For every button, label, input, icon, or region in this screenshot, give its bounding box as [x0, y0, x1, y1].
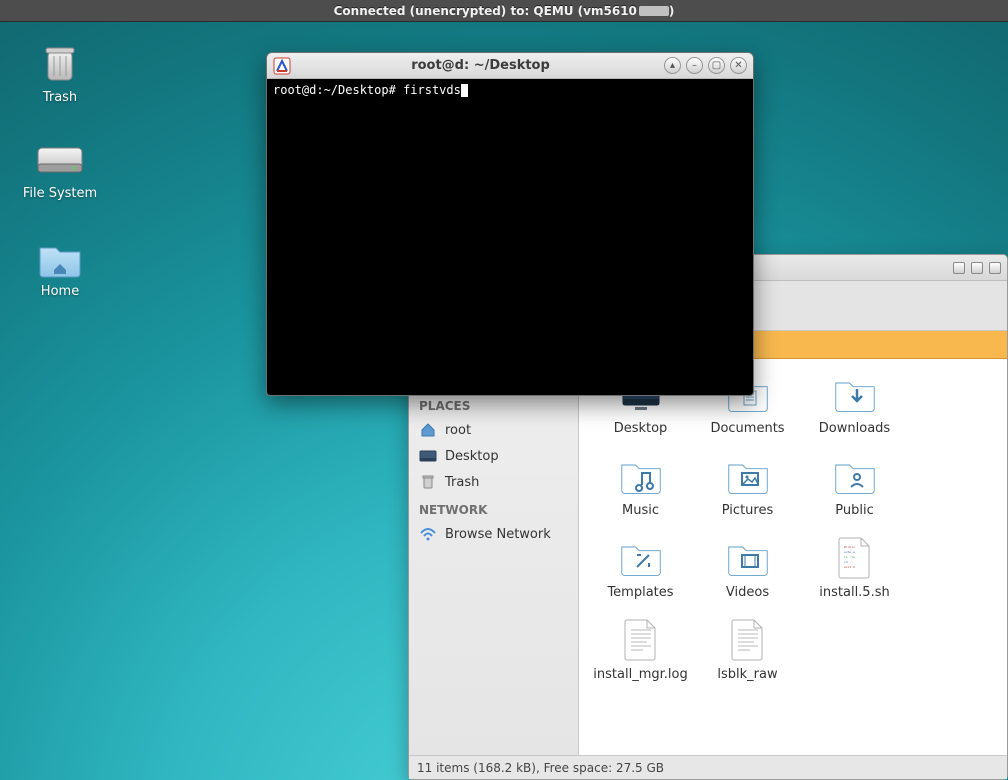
file-item-public[interactable]: Public	[801, 453, 908, 531]
file-script-icon: #!/binecho als -lacd ..exit 0	[801, 535, 908, 581]
file-manager-content[interactable]: DesktopDocumentsDownloads MusicPicturesPu…	[579, 359, 1007, 755]
drive-icon	[34, 140, 86, 180]
file-item-label: lsblk_raw	[694, 667, 801, 682]
folder-down-icon	[801, 371, 908, 417]
file-manager-sidebar: File System PLACES root Desktop Trash	[409, 359, 579, 755]
desktop-trash-label: Trash	[20, 90, 100, 105]
desktop-filesystem[interactable]: File System	[20, 140, 100, 201]
file-item-label: Videos	[694, 585, 801, 600]
sidebar-trash-label: Trash	[445, 475, 479, 490]
desktop-trash[interactable]: Trash	[20, 40, 100, 105]
terminal-window: root@d: ~/Desktop ▴ – ▢ ✕ root@d:~/Deskt…	[266, 52, 754, 396]
svg-text:cd ..: cd ..	[844, 560, 853, 564]
desktop-icons: Trash File System Home	[20, 40, 140, 334]
terminal-close-button[interactable]: ✕	[730, 57, 747, 74]
trash-icon	[419, 473, 437, 491]
svg-text:exit 0: exit 0	[844, 565, 855, 569]
file-item-label: Documents	[694, 421, 801, 436]
folder-tpl-icon	[587, 535, 694, 581]
wifi-icon	[419, 525, 437, 543]
file-item-install-mgr-log[interactable]: install_mgr.log	[587, 617, 694, 695]
file-item-label: Music	[587, 503, 694, 518]
file-item-videos[interactable]: Videos	[694, 535, 801, 613]
file-item-label: Downloads	[801, 421, 908, 436]
file-manager-statusbar: 11 items (168.2 kB), Free space: 27.5 GB	[409, 755, 1007, 779]
desktop-home-label: Home	[20, 284, 100, 299]
folder-music-icon	[587, 453, 694, 499]
sidebar-root-label: root	[445, 423, 471, 438]
terminal-body[interactable]: root@d:~/Desktop# firstvds	[267, 79, 753, 395]
connection-id-redacted	[639, 6, 669, 16]
svg-text:#!/bin: #!/bin	[844, 545, 855, 549]
connection-text-suffix: )	[669, 4, 674, 18]
folder-vid-icon	[694, 535, 801, 581]
file-item-label: install_mgr.log	[587, 667, 694, 682]
file-text-icon	[694, 617, 801, 663]
home-folder-icon	[36, 236, 84, 278]
terminal-app-icon	[273, 57, 291, 75]
folder-pic-icon	[694, 453, 801, 499]
file-item-label: Desktop	[587, 421, 694, 436]
trash-icon	[38, 40, 82, 84]
sidebar-item-desktop[interactable]: Desktop	[409, 443, 578, 469]
vnc-connection-bar: Connected (unencrypted) to: QEMU (vm5610…	[0, 0, 1008, 22]
terminal-maximize-button[interactable]: ▢	[708, 57, 725, 74]
terminal-titlebar[interactable]: root@d: ~/Desktop ▴ – ▢ ✕	[267, 53, 753, 79]
sidebar-network-header: NETWORK	[409, 495, 578, 521]
file-item-music[interactable]: Music	[587, 453, 694, 531]
home-icon	[419, 421, 437, 439]
minimize-button[interactable]	[953, 262, 965, 274]
sidebar-item-root[interactable]: root	[409, 417, 578, 443]
file-item-pictures[interactable]: Pictures	[694, 453, 801, 531]
desktop-filesystem-label: File System	[20, 186, 100, 201]
desktop-icon	[419, 447, 437, 465]
sidebar-desktop-label: Desktop	[445, 449, 499, 464]
terminal-command: firstvds	[403, 83, 461, 97]
file-item-label: install.5.sh	[801, 585, 908, 600]
status-text: 11 items (168.2 kB), Free space: 27.5 GB	[417, 761, 664, 775]
svg-text:ls -la: ls -la	[844, 555, 855, 559]
terminal-title: root@d: ~/Desktop	[297, 58, 664, 73]
sidebar-browse-network-label: Browse Network	[445, 527, 551, 542]
folder-pub-icon	[801, 453, 908, 499]
file-text-icon	[587, 617, 694, 663]
sidebar-item-browse-network[interactable]: Browse Network	[409, 521, 578, 547]
file-item-templates[interactable]: Templates	[587, 535, 694, 613]
terminal-minimize-button[interactable]: –	[686, 57, 703, 74]
file-item-downloads[interactable]: Downloads	[801, 371, 908, 449]
file-item-lsblk-raw[interactable]: lsblk_raw	[694, 617, 801, 695]
desktop-home[interactable]: Home	[20, 236, 100, 299]
file-item-install-5-sh[interactable]: #!/binecho als -lacd ..exit 0 install.5.s…	[801, 535, 908, 613]
close-button[interactable]	[989, 262, 1001, 274]
terminal-cursor	[461, 84, 468, 97]
terminal-up-button[interactable]: ▴	[664, 57, 681, 74]
sidebar-item-trash[interactable]: Trash	[409, 469, 578, 495]
connection-text-prefix: Connected (unencrypted) to: QEMU (vm5610	[334, 4, 637, 18]
terminal-prompt: root@d:~/Desktop#	[273, 83, 396, 97]
maximize-button[interactable]	[971, 262, 983, 274]
svg-text:echo a: echo a	[844, 550, 855, 554]
file-item-label: Templates	[587, 585, 694, 600]
file-item-label: Pictures	[694, 503, 801, 518]
file-item-label: Public	[801, 503, 908, 518]
